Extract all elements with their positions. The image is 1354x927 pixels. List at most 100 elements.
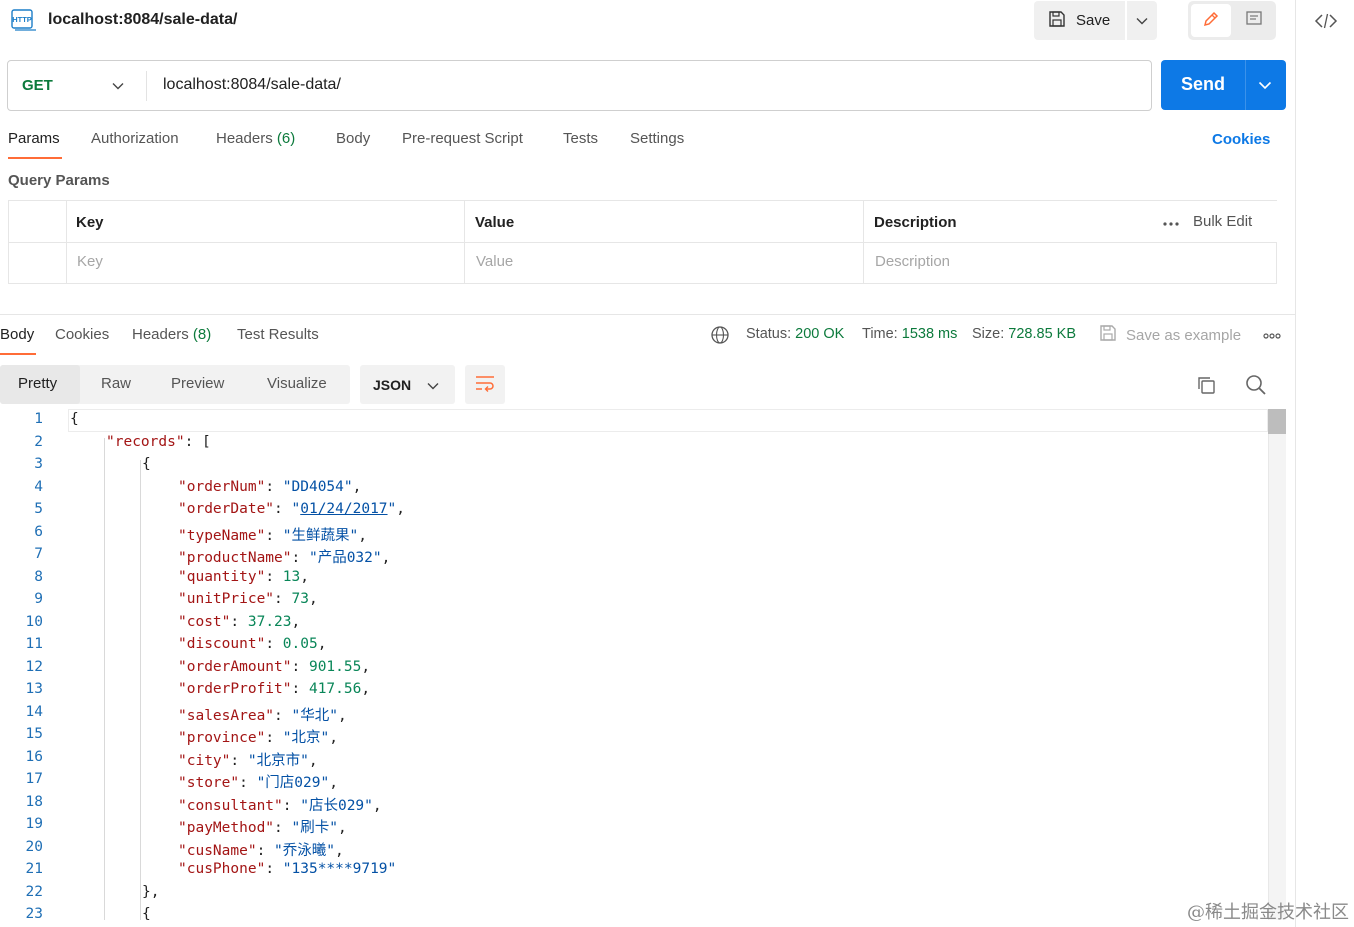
code-token: 73: [291, 591, 309, 607]
request-title[interactable]: localhost:8084/sale-data/: [48, 11, 237, 29]
code-text: "orderDate": "01/24/2017",: [178, 501, 405, 517]
save-as-example-button[interactable]: Save as example: [1099, 324, 1241, 346]
save-icon: [1099, 324, 1117, 346]
tab-headers[interactable]: Headers (6): [216, 130, 295, 147]
table-divider: [66, 201, 67, 283]
svg-text:HTTP: HTTP: [12, 15, 32, 24]
tab-authorization[interactable]: Authorization: [91, 130, 179, 147]
description-input[interactable]: Description: [875, 253, 950, 270]
pencil-icon: [1202, 10, 1220, 32]
code-token: ,: [291, 613, 301, 630]
view-pretty[interactable]: Pretty: [18, 375, 57, 392]
key-input[interactable]: Key: [77, 253, 103, 270]
tab-prerequest-script[interactable]: Pre-request Script: [402, 130, 523, 147]
bulk-edit-button[interactable]: Bulk Edit: [1151, 201, 1277, 242]
code-token: ,: [337, 707, 347, 724]
send-group: Send: [1161, 60, 1286, 110]
line-number: 8: [34, 568, 43, 585]
code-token: :: [274, 820, 292, 836]
vertical-scrollbar[interactable]: [1268, 409, 1286, 920]
code-token: :: [291, 658, 309, 675]
search-icon[interactable]: [1244, 373, 1268, 397]
comments-button[interactable]: [1234, 4, 1274, 37]
response-body-viewer[interactable]: 1{2 "records": [3{4 "orderNum": "DD4054", 5…: [0, 409, 1286, 920]
chevron-down-icon[interactable]: [112, 77, 124, 94]
chevron-down-icon[interactable]: [1258, 77, 1272, 94]
tab-params[interactable]: Params: [8, 130, 60, 147]
code-token: :: [274, 501, 292, 517]
copy-icon[interactable]: [1195, 374, 1217, 396]
code-token: :: [265, 527, 283, 544]
code-text: "orderProfit": 417.56,: [178, 681, 370, 697]
view-raw[interactable]: Raw: [101, 375, 131, 392]
more-options-icon[interactable]: [1263, 326, 1281, 343]
response-status[interactable]: Status: 200 OK: [746, 326, 844, 342]
code-token: 901.55: [308, 658, 362, 675]
code-token: "cusName": [178, 842, 257, 859]
code-line: 9 "unitPrice": 73,: [0, 591, 1268, 614]
cookies-link[interactable]: Cookies: [1212, 131, 1270, 148]
code-token: "店长029": [300, 797, 373, 814]
response-time[interactable]: Time: 1538 ms: [862, 326, 957, 342]
code-snippet-icon[interactable]: [1314, 9, 1338, 33]
line-number: 15: [25, 726, 43, 742]
code-token: ,: [358, 527, 367, 544]
code-token: "city": [178, 752, 231, 769]
code-text: "typeName": "生鲜蔬果",: [178, 524, 367, 545]
wrap-lines-button[interactable]: [465, 365, 505, 404]
code-line: 12 "orderAmount": 901.55,: [0, 659, 1268, 682]
code-token: "typeName": [178, 527, 266, 544]
save-as-example-label: Save as example: [1126, 326, 1242, 344]
line-number: 10: [25, 613, 43, 630]
code-token: :: [291, 681, 309, 697]
tab-settings[interactable]: Settings: [630, 130, 684, 147]
code-token: "quantity": [178, 568, 266, 585]
save-button[interactable]: Save: [1034, 1, 1126, 40]
code-token: "salesArea": [178, 707, 275, 724]
code-token: :: [265, 478, 283, 495]
code-token: :: [291, 550, 309, 566]
code-token: "store": [178, 775, 240, 791]
globe-icon[interactable]: [710, 325, 730, 345]
format-select[interactable]: JSON: [360, 365, 455, 404]
send-button[interactable]: Send: [1181, 74, 1225, 95]
code-token: :: [274, 591, 292, 607]
scrollbar-thumb[interactable]: [1268, 409, 1286, 434]
code-line: 15 "province": "北京",: [0, 726, 1268, 749]
url-input[interactable]: localhost:8084/sale-data/: [163, 76, 341, 94]
response-divider: [0, 314, 1295, 315]
status-value: 200 OK: [795, 326, 845, 342]
save-options-button[interactable]: [1127, 1, 1157, 40]
more-options-icon: [1163, 213, 1179, 230]
response-tab-headers[interactable]: Headers (8): [132, 326, 211, 343]
time-value: 1538 ms: [901, 326, 958, 342]
value-input[interactable]: Value: [476, 253, 513, 270]
line-number: 19: [25, 816, 43, 832]
code-token: :: [282, 797, 301, 814]
edit-mode-button[interactable]: [1191, 4, 1231, 37]
code-token: :: [265, 730, 283, 746]
table-divider: [464, 201, 465, 283]
response-tab-body[interactable]: Body: [0, 326, 34, 343]
response-size[interactable]: Size: 728.85 KB: [972, 326, 1076, 342]
code-text: "records": [: [106, 434, 211, 450]
code-token: ": [387, 501, 397, 517]
table-divider: [863, 201, 864, 283]
view-visualize[interactable]: Visualize: [267, 375, 327, 392]
view-preview[interactable]: Preview: [171, 375, 224, 392]
line-number: 4: [34, 478, 43, 495]
tab-body[interactable]: Body: [336, 130, 370, 147]
code-text: "payMethod": "刷卡",: [178, 816, 347, 837]
size-label: Size:: [972, 326, 1005, 342]
response-tab-test-results[interactable]: Test Results: [237, 326, 319, 343]
code-token: ,: [329, 730, 338, 746]
line-number: 23: [25, 906, 43, 920]
code-token: :: [239, 775, 257, 791]
line-number: 21: [25, 861, 43, 877]
code-line: 13 "orderProfit": 417.56,: [0, 681, 1268, 704]
line-number: 17: [25, 771, 43, 787]
response-tab-cookies[interactable]: Cookies: [55, 326, 109, 343]
code-token: ,: [300, 568, 309, 585]
method-select[interactable]: GET: [22, 77, 53, 94]
tab-tests[interactable]: Tests: [563, 130, 598, 147]
